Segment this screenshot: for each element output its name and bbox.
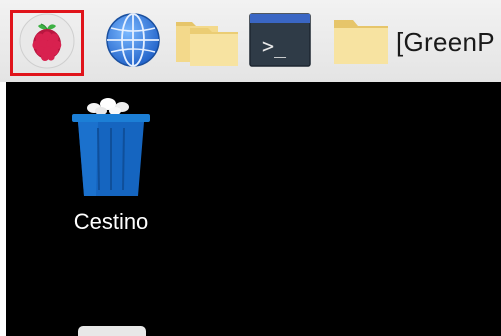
desktop-item-trash[interactable]: Cestino	[56, 94, 166, 234]
trash-icon	[68, 94, 154, 205]
web-browser-button[interactable]	[101, 10, 165, 74]
taskbar-window-button[interactable]: [GreenP	[332, 10, 501, 74]
window-title: [GreenP	[396, 26, 495, 57]
terminal-button[interactable]: >_	[247, 10, 313, 74]
file-manager-button[interactable]	[173, 10, 241, 74]
terminal-icon: >_	[249, 12, 311, 72]
taskbar: >_ [GreenP	[0, 0, 501, 82]
file-icon[interactable]	[78, 326, 146, 336]
screen: >_ [GreenP Cestino	[0, 0, 501, 336]
folder-icon	[332, 12, 390, 73]
folder-icon	[174, 12, 240, 73]
globe-icon	[104, 11, 162, 74]
desktop-item-label: Cestino	[73, 209, 149, 234]
raspberry-pi-icon	[18, 12, 76, 75]
desktop: Cestino	[6, 82, 501, 336]
main-menu-button[interactable]	[10, 10, 84, 76]
svg-text:>_: >_	[262, 34, 287, 58]
